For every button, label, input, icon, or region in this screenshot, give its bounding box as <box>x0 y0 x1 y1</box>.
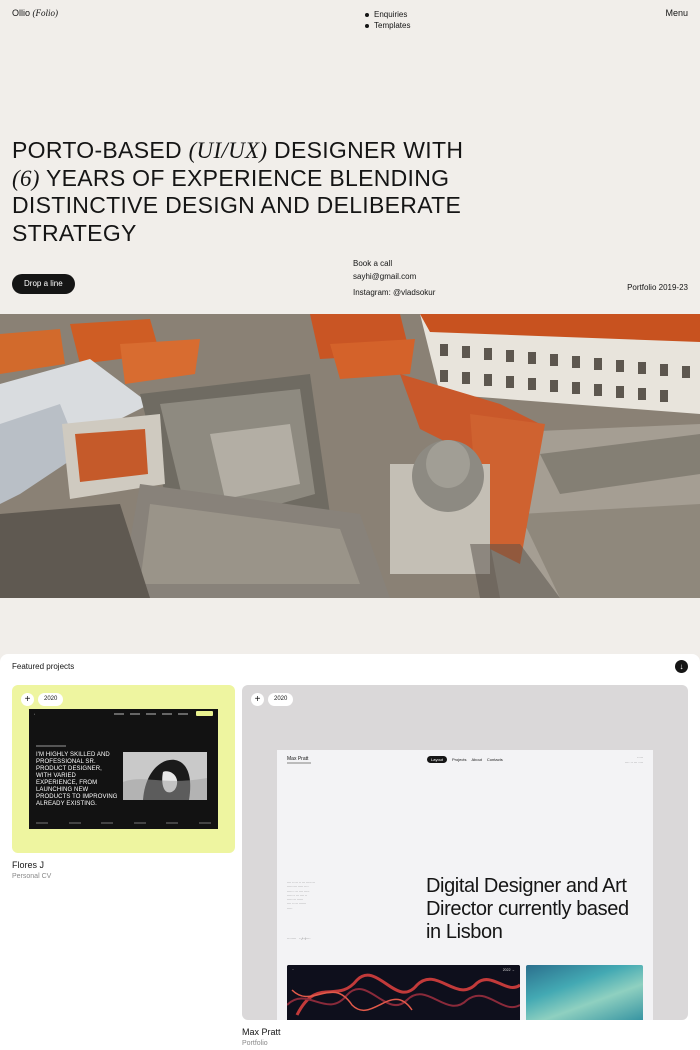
preview-tabs: Layout Projects About Contacts <box>427 756 503 763</box>
portfolio-years: Portfolio 2019-23 <box>627 283 688 292</box>
card-meta: + 2020 <box>21 693 64 706</box>
project-subtitle: Portfolio <box>242 1040 268 1047</box>
featured-projects-section: Featured projects ↓ + 2020 • I'M HIGHLY … <box>0 654 700 1050</box>
nav-item-templates[interactable]: Templates <box>365 20 410 31</box>
menu-button[interactable]: Menu <box>665 8 688 18</box>
preview-tile-label: ·· <box>292 968 295 972</box>
instagram-link[interactable]: Instagram: @vladsokur <box>353 286 435 299</box>
project-preview-screenshot: • I'M HIGHLY SKILLED AND PROFESSIONAL SR… <box>29 709 218 829</box>
aerial-city-illustration <box>0 314 700 598</box>
hero-line-1: PORTO-BASED (UI/UX) DESIGNER WITH <box>12 137 463 165</box>
nav-item-label: Templates <box>374 21 411 30</box>
preview-headline: Digital Designer and Art Director curren… <box>426 875 629 943</box>
preview-headline: I'M HIGHLY SKILLED AND PROFESSIONAL SR. … <box>36 752 118 807</box>
plus-icon[interactable]: + <box>21 693 34 706</box>
project-title[interactable]: Max Pratt <box>242 1027 281 1037</box>
hero-text: DESIGNER WITH <box>274 137 464 163</box>
project-card-flores[interactable]: + 2020 • I'M HIGHLY SKILLED AND PROFESSI… <box>12 685 235 853</box>
preview-button <box>196 711 213 716</box>
hero-text: YEARS OF EXPERIENCE BLENDING <box>46 164 450 191</box>
bullet-icon <box>365 23 369 28</box>
contact-block: Book a call sayhi@gmail.com Instagram: @… <box>353 257 435 299</box>
hero-role: (UI/UX) <box>188 138 268 163</box>
preview-tab: Contacts <box>486 757 503 762</box>
project-preview-screenshot: Max Pratt Layout Projects About Contacts… <box>277 750 653 1020</box>
brand-suffix: (Folio) <box>32 8 59 18</box>
hero-line-4: STRATEGY <box>12 219 137 246</box>
preview-name-sub <box>287 762 311 764</box>
preview-tab: Layout <box>427 756 448 763</box>
preview-eyebrow <box>36 745 66 747</box>
email-link[interactable]: sayhi@gmail.com <box>353 270 435 283</box>
brand-logo[interactable]: Ollio (Folio) <box>12 8 58 18</box>
preview-tab: About <box>471 757 482 762</box>
section-title: Featured projects <box>12 662 75 671</box>
hero-years: (6) <box>12 165 40 191</box>
book-call-link[interactable]: Book a call <box>353 257 435 270</box>
preview-tile-wave <box>526 965 643 1020</box>
bullet-icon <box>365 12 369 17</box>
preview-tile-year: 2022 → <box>502 968 515 972</box>
hero-line-3: DISTINCTIVE DESIGN AND DELIBERATE <box>12 192 462 218</box>
hero-headline: PORTO-BASED (UI/UX) DESIGNER WITH (6) YE… <box>12 137 463 247</box>
project-card-max-pratt[interactable]: + 2020 Max Pratt Layout Projects About C… <box>242 685 688 1020</box>
year-badge: 2020 <box>38 693 64 706</box>
preview-footer <box>36 822 211 824</box>
hero-aerial-photo <box>0 314 700 598</box>
year-badge: 2020 <box>268 693 294 706</box>
preview-logo: • <box>34 712 36 716</box>
plus-icon[interactable]: + <box>251 693 264 706</box>
preview-body-text: ···· ····· ·· ··· ········ ········· ····… <box>287 881 315 911</box>
preview-meta: ····· ···· ·· ··· ···· <box>624 756 643 765</box>
preview-tile-abstract: ·· 2022 → <box>287 965 520 1020</box>
preview-nav <box>114 712 188 715</box>
preview-updated: ········ ··/··/···· <box>287 937 311 941</box>
project-subtitle: Personal CV <box>12 873 52 880</box>
drop-a-line-button[interactable]: Drop a line <box>12 274 75 294</box>
top-bar: Ollio (Folio) Enquiries Templates Menu <box>12 8 688 34</box>
project-title[interactable]: Flores J <box>12 860 44 870</box>
arrow-down-icon[interactable]: ↓ <box>675 660 688 673</box>
card-meta: + 2020 <box>251 693 294 706</box>
main-nav: Enquiries Templates <box>365 9 410 31</box>
hero-line-2: (6) YEARS OF EXPERIENCE BLENDING <box>12 165 449 193</box>
hero-text: PORTO-BASED <box>12 137 182 163</box>
preview-tab: Projects <box>452 757 467 762</box>
nav-item-enquiries[interactable]: Enquiries <box>365 9 410 20</box>
nav-item-label: Enquiries <box>374 10 408 19</box>
brand-name: Ollio <box>12 8 31 18</box>
preview-portrait-photo <box>123 752 207 800</box>
